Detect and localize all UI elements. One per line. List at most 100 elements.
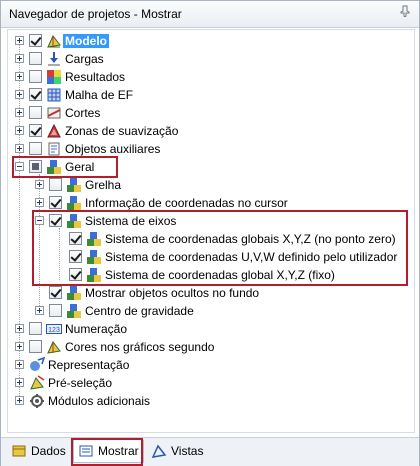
sistema-eixos-checkbox[interactable] [49, 214, 62, 227]
tree-item-label: Objetos auxiliares [65, 142, 161, 156]
tree-item-cargas[interactable]: Cargas [8, 50, 408, 68]
tree-item-label: Pré-seleção [48, 376, 113, 390]
tree-item-label: Cargas [65, 52, 104, 66]
tree-item-objetos-ocultos[interactable]: Mostrar objetos ocultos no fundo [8, 284, 408, 302]
svg-text:123: 123 [48, 327, 60, 334]
center-of-gravity-icon [66, 303, 82, 319]
modelo-checkbox[interactable] [29, 34, 42, 47]
navigator-tabs: Dados Mostrar Vistas [1, 437, 419, 466]
tree-item-malha[interactable]: Malha de EF [8, 86, 408, 104]
tab-mostrar[interactable]: Mostrar [73, 440, 144, 463]
tab-label: Vistas [171, 444, 204, 458]
tree-item-numeracao[interactable]: 123 Numeração [8, 320, 408, 338]
axis-system-icon [66, 213, 82, 229]
tree-item-info-coordenadas[interactable]: Informação de coordenadas no cursor [8, 194, 408, 212]
tree-item-geral[interactable]: Geral [8, 158, 408, 176]
expand-toggle[interactable] [15, 126, 24, 135]
hidden-objects-icon [66, 285, 82, 301]
tab-dados[interactable]: Dados [7, 440, 70, 462]
geral-checkbox[interactable] [29, 160, 42, 173]
tab-vistas[interactable]: Vistas [147, 440, 207, 462]
expand-toggle[interactable] [35, 306, 44, 315]
expand-toggle[interactable] [15, 396, 24, 405]
tree-item-label: Malha de EF [65, 88, 134, 102]
cortes-checkbox[interactable] [29, 106, 42, 119]
tree-item-label: Cortes [65, 106, 101, 120]
expand-toggle[interactable] [15, 342, 24, 351]
zonas-checkbox[interactable] [29, 124, 42, 137]
results-icon [46, 69, 62, 85]
tree-item-centro-gravidade[interactable]: Centro de gravidade [8, 302, 408, 320]
tree-item-cores[interactable]: Cores nos gráficos segundo [8, 338, 408, 356]
tree-item-modulos[interactable]: Módulos adicionais [8, 392, 408, 410]
section-cut-icon [46, 105, 62, 121]
tree-item-label: Resultados [65, 70, 126, 84]
cargas-checkbox[interactable] [29, 52, 42, 65]
tree-item-label: Sistema de coordenadas globais X,Y,Z (no… [105, 232, 396, 246]
resultados-checkbox[interactable] [29, 70, 42, 83]
tree-item-objetos-auxiliares[interactable]: Objetos auxiliares [8, 140, 408, 158]
expand-toggle[interactable] [15, 90, 24, 99]
grid-icon [66, 177, 82, 193]
expand-toggle[interactable] [15, 72, 24, 81]
tree-item-coord-uvw[interactable]: Sistema de coordenadas U,V,W definido pe… [8, 248, 408, 266]
tree-item-sistema-eixos[interactable]: Sistema de eixos [8, 212, 408, 230]
tree-item-label: Sistema de coordenadas U,V,W definido pe… [105, 250, 398, 264]
tree-item-label: Centro de gravidade [85, 304, 194, 318]
info-coordenadas-checkbox[interactable] [49, 196, 62, 209]
tree-item-representacao[interactable]: Representação [8, 356, 408, 374]
expand-toggle[interactable] [15, 360, 24, 369]
tab-label: Mostrar [98, 444, 139, 458]
views-icon [151, 443, 167, 459]
user-axes-icon [86, 249, 102, 265]
fixed-axes-icon [86, 267, 102, 283]
tree-item-zonas[interactable]: Zonas de suavização [8, 122, 408, 140]
panel-titlebar: Navegador de projetos - Mostrar [1, 1, 419, 28]
tree-item-label: Grelha [85, 178, 122, 192]
tree-item-modelo[interactable]: Modelo [8, 32, 408, 50]
collapse-toggle[interactable] [35, 216, 44, 225]
cursor-info-icon [66, 195, 82, 211]
tree-item-coord-globais[interactable]: Sistema de coordenadas globais X,Y,Z (no… [8, 230, 408, 248]
expand-toggle[interactable] [15, 324, 24, 333]
grelha-checkbox[interactable] [49, 178, 62, 191]
tree-item-grelha[interactable]: Grelha [8, 176, 408, 194]
expand-toggle[interactable] [15, 378, 24, 387]
tree-item-label: Módulos adicionais [48, 394, 151, 408]
display-icon [78, 443, 94, 459]
expand-toggle[interactable] [15, 144, 24, 153]
objetos-ocultos-checkbox[interactable] [49, 286, 62, 299]
pin-icon[interactable] [397, 5, 413, 21]
collapse-toggle[interactable] [15, 162, 24, 171]
objetos-auxiliares-checkbox[interactable] [29, 142, 42, 155]
malha-checkbox[interactable] [29, 88, 42, 101]
numeracao-checkbox[interactable] [29, 322, 42, 335]
representation-icon [29, 356, 46, 373]
project-navigator-panel: Navegador de projetos - Mostrar Modelo C… [0, 0, 420, 466]
expand-toggle[interactable] [15, 36, 24, 45]
tree-item-label: Sistema de coordenadas global X,Y,Z (fix… [105, 268, 335, 282]
tree-item-label: Geral [65, 160, 95, 174]
tree-item-label: Mostrar objetos ocultos no fundo [85, 286, 260, 300]
tree-item-cortes[interactable]: Cortes [8, 104, 408, 122]
coord-uvw-checkbox[interactable] [69, 250, 82, 263]
expand-toggle[interactable] [15, 108, 24, 117]
coord-globais-checkbox[interactable] [69, 232, 82, 245]
cores-checkbox[interactable] [29, 340, 42, 353]
preselection-icon [29, 375, 45, 391]
tree-item-pre-selecao[interactable]: Pré-seleção [8, 374, 408, 392]
coord-global-fixo-checkbox[interactable] [69, 268, 82, 281]
expand-toggle[interactable] [15, 54, 24, 63]
tab-label: Dados [31, 444, 66, 458]
color-scheme-icon [46, 339, 62, 355]
tree-item-coord-global-fixo[interactable]: Sistema de coordenadas global X,Y,Z (fix… [8, 266, 408, 284]
smoothing-zone-icon [46, 123, 62, 139]
expand-toggle[interactable] [35, 180, 44, 189]
centro-gravidade-checkbox[interactable] [49, 304, 62, 317]
tree-item-label: Numeração [65, 322, 128, 336]
global-axes-icon [86, 231, 102, 247]
expand-toggle[interactable] [35, 198, 44, 207]
tree-item-label: Zonas de suavização [65, 124, 179, 138]
tree-item-resultados[interactable]: Resultados [8, 68, 408, 86]
numbering-icon: 123 [46, 321, 62, 337]
